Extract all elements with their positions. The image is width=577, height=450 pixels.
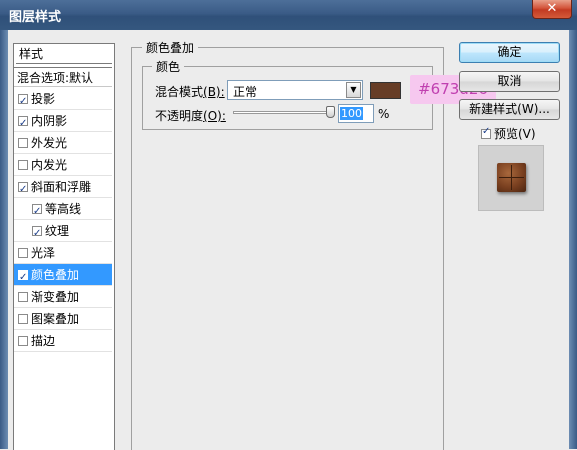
close-button[interactable]: ✕: [532, 0, 572, 19]
style-checkbox[interactable]: [18, 314, 28, 324]
color-overlay-title: 颜色叠加: [142, 39, 199, 56]
style-list-item[interactable]: 图案叠加: [14, 308, 112, 330]
style-checkbox[interactable]: [18, 179, 28, 201]
close-icon: ✕: [546, 1, 558, 16]
opacity-unit: %: [378, 107, 390, 121]
style-list-item[interactable]: 外发光: [14, 132, 112, 154]
color-swatch[interactable]: [370, 82, 401, 99]
new-style-button[interactable]: 新建样式(W)...: [459, 99, 560, 120]
ok-button[interactable]: 确定: [459, 42, 560, 63]
style-list-item-label: 描边: [31, 334, 56, 348]
style-list-item-label: 颜色叠加: [31, 268, 80, 282]
style-checkbox[interactable]: [18, 267, 28, 289]
style-list-item[interactable]: 渐变叠加: [14, 286, 112, 308]
style-checkbox[interactable]: [18, 248, 28, 258]
style-list: 样式 混合选项:默认 投影内阴影外发光内发光斜面和浮雕等高线纹理光泽颜色叠加渐变…: [13, 43, 115, 450]
style-list-item[interactable]: 光泽: [14, 242, 112, 264]
title-bar: 图层样式 ✕: [0, 0, 577, 30]
blend-mode-label: 混合模式(B):: [155, 85, 225, 99]
style-list-item[interactable]: 颜色叠加: [14, 264, 112, 289]
style-checkbox[interactable]: [18, 160, 28, 170]
opacity-value: 100: [340, 107, 363, 120]
style-list-item-label: 内发光: [31, 158, 68, 172]
window-frame-left: [0, 30, 8, 449]
style-checkbox[interactable]: [18, 138, 28, 148]
chocolate-preview-image: [497, 163, 526, 192]
style-list-item[interactable]: 投影: [14, 88, 112, 113]
cancel-button[interactable]: 取消: [459, 71, 560, 92]
style-list-item-label: 投影: [31, 92, 56, 106]
style-list-item-label: 等高线: [45, 202, 82, 216]
style-checkbox[interactable]: [18, 113, 28, 135]
opacity-slider-thumb[interactable]: [326, 106, 335, 118]
style-checkbox[interactable]: [32, 223, 42, 245]
style-checkbox[interactable]: [18, 91, 28, 113]
chevron-down-icon[interactable]: ▼: [346, 82, 361, 98]
style-list-item[interactable]: 纹理: [14, 220, 112, 245]
color-subgroup-title: 颜色: [152, 58, 185, 75]
style-list-item[interactable]: 描边: [14, 330, 112, 352]
blend-mode-value: 正常: [233, 85, 258, 99]
style-list-item-label: 斜面和浮雕: [31, 180, 92, 194]
preview-checkbox-box[interactable]: [481, 126, 491, 139]
blend-mode-select[interactable]: 正常 ▼: [227, 80, 363, 100]
style-list-item-label: 纹理: [45, 224, 70, 238]
window-frame-right: [569, 30, 577, 449]
style-list-item-label: 外发光: [31, 136, 68, 150]
opacity-label: 不透明度(O):: [155, 109, 226, 123]
preview-checkbox[interactable]: 预览(V): [481, 125, 536, 142]
style-checkbox[interactable]: [18, 292, 28, 302]
opacity-slider-track[interactable]: [233, 111, 332, 114]
style-list-item-label: 内阴影: [31, 114, 68, 128]
window-title: 图层样式: [9, 10, 62, 25]
style-list-item[interactable]: 内阴影: [14, 110, 112, 135]
style-list-item[interactable]: 内发光: [14, 154, 112, 176]
style-list-item-label: 图案叠加: [31, 312, 80, 326]
style-list-item[interactable]: 等高线: [14, 198, 112, 223]
style-checkbox[interactable]: [18, 336, 28, 346]
style-list-item-label: 渐变叠加: [31, 290, 80, 304]
preview-label: 预览(V): [494, 127, 536, 141]
blend-options-item[interactable]: 混合选项:默认: [14, 67, 112, 87]
style-checkbox[interactable]: [32, 201, 42, 223]
style-list-item[interactable]: 斜面和浮雕: [14, 176, 112, 201]
style-preview: [478, 145, 544, 211]
style-list-item-label: 光泽: [31, 246, 56, 260]
style-list-header[interactable]: 样式: [16, 44, 112, 64]
opacity-input[interactable]: 100: [338, 104, 374, 123]
